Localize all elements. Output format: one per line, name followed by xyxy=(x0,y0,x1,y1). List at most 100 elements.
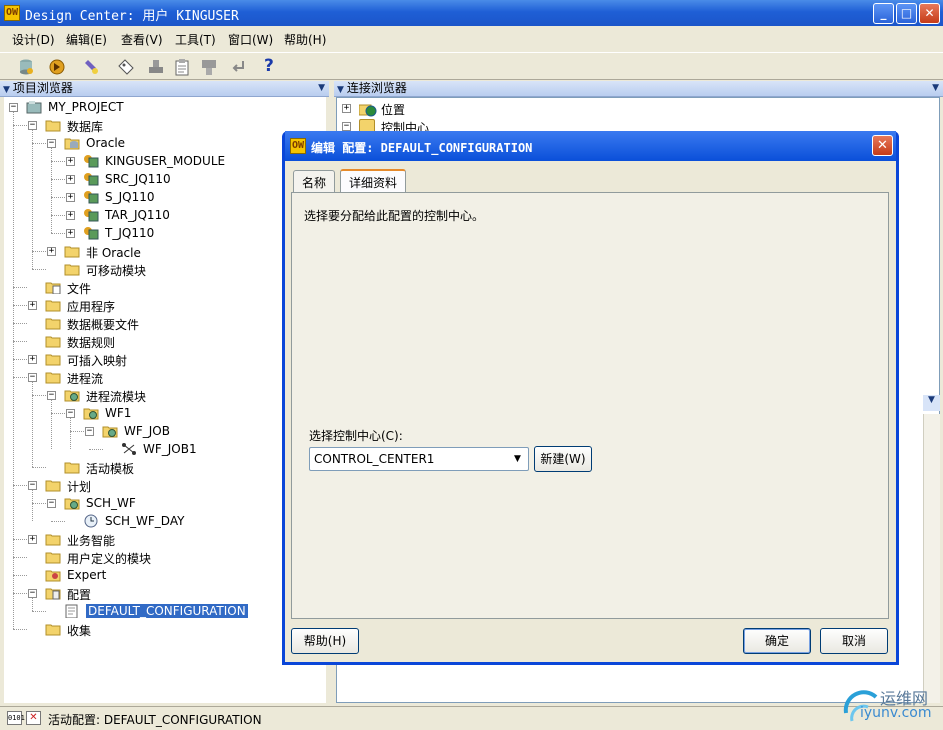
menu-edit[interactable]: 编辑(E) xyxy=(66,31,107,48)
expand-toggle[interactable]: + xyxy=(66,193,75,202)
error-icon: ✕ xyxy=(26,711,41,725)
tree-connector-line xyxy=(13,341,27,342)
tree-connector-line xyxy=(13,112,14,629)
tree-connector-line xyxy=(51,215,65,216)
tree-connector-line xyxy=(32,395,46,396)
tree-connector-line xyxy=(13,557,27,558)
ok-button[interactable]: 确定 xyxy=(743,628,811,654)
location-globe-icon xyxy=(358,101,377,117)
expand-toggle[interactable]: + xyxy=(47,247,56,256)
menu-window[interactable]: 窗口(W) xyxy=(228,31,273,48)
maximize-button[interactable]: □ xyxy=(896,3,917,24)
tree-node-label: T_JQ110 xyxy=(105,226,155,240)
collapse-toggle[interactable]: − xyxy=(9,103,18,112)
pane-menu-icon[interactable]: ▼ xyxy=(318,81,325,96)
tree-connector-line xyxy=(13,305,27,306)
expand-toggle[interactable]: + xyxy=(28,301,37,310)
collapse-toggle[interactable]: − xyxy=(85,427,94,436)
expand-toggle[interactable]: + xyxy=(28,535,37,544)
tree-node-label: MY_PROJECT xyxy=(48,100,124,114)
tree-node-label: 数据库 xyxy=(67,120,104,134)
collapse-toggle[interactable]: − xyxy=(47,499,56,508)
collapse-toggle[interactable]: − xyxy=(47,391,56,400)
tree-connector-line xyxy=(13,485,27,486)
expand-toggle[interactable]: + xyxy=(66,229,75,238)
folder-icon xyxy=(45,370,61,384)
app-icon: OW xyxy=(4,5,20,21)
menu-tools[interactable]: 工具(T) xyxy=(175,31,216,48)
pane-menu-icon[interactable]: ▼ xyxy=(923,395,940,411)
folder-icon xyxy=(64,262,80,276)
active-config-status: 活动配置: DEFAULT_CONFIGURATION xyxy=(48,713,262,727)
tree-connector-line xyxy=(70,418,71,449)
new-control-center-button[interactable]: 新建(W) xyxy=(534,446,592,472)
right-scrollbar[interactable] xyxy=(923,414,940,703)
database-icon[interactable] xyxy=(17,58,35,76)
tree-node-label: 进程流 xyxy=(67,372,104,386)
collapse-toggle[interactable]: − xyxy=(342,122,351,131)
tree-connector-line xyxy=(51,400,52,449)
pane-menu-icon[interactable]: ▼ xyxy=(932,81,939,96)
control-center-select[interactable]: CONTROL_CENTER1 ▼ xyxy=(309,447,529,471)
tree-connector-line xyxy=(32,269,46,270)
folder-icon xyxy=(45,298,61,312)
close-button[interactable]: ✕ xyxy=(919,3,940,24)
menu-help[interactable]: 帮助(H) xyxy=(284,31,326,48)
tree-node-label: 数据规则 xyxy=(67,336,116,350)
connection-item-location[interactable]: 位置 xyxy=(381,101,405,118)
connection-browser-title: 连接浏览器 xyxy=(346,81,407,95)
deploy-icon[interactable] xyxy=(48,58,66,76)
folder-icon xyxy=(45,118,61,132)
tab-details[interactable]: 详细资料 xyxy=(340,169,407,193)
cancel-button[interactable]: 取消 xyxy=(820,628,888,654)
form-icon[interactable] xyxy=(200,58,218,76)
dialog-close-button[interactable]: ✕ xyxy=(872,135,893,156)
tree-connector-line xyxy=(70,431,84,432)
collapse-toggle[interactable]: − xyxy=(28,589,37,598)
control-center-label: 选择控制中心(C): xyxy=(309,429,403,443)
collapse-toggle[interactable]: − xyxy=(47,139,56,148)
tree-connector-line xyxy=(13,323,27,324)
tree-connector-line xyxy=(13,539,27,540)
collapse-triangle-icon[interactable]: ▼ xyxy=(337,85,344,95)
collapse-toggle[interactable]: − xyxy=(28,481,37,490)
tree-node-label: WF1 xyxy=(105,406,132,420)
tree-node-label: 进程流模块 xyxy=(86,390,147,404)
menu-design[interactable]: 设计(D) xyxy=(12,31,55,48)
expand-toggle[interactable]: + xyxy=(66,157,75,166)
file-folder-icon xyxy=(45,280,61,295)
tree-connector-line xyxy=(51,161,65,162)
expand-toggle[interactable]: + xyxy=(66,175,75,184)
collapse-toggle[interactable]: − xyxy=(28,373,37,382)
help-icon[interactable]: ? xyxy=(264,56,282,76)
clipboard-icon[interactable] xyxy=(173,58,191,76)
binary-icon: 0101 xyxy=(7,711,25,725)
menu-view[interactable]: 查看(V) xyxy=(121,31,163,48)
collapse-toggle[interactable]: − xyxy=(28,121,37,130)
tree-connector-line xyxy=(51,197,65,198)
stamp-icon[interactable] xyxy=(147,58,165,76)
tree-connector-line xyxy=(32,251,46,252)
flashlight-icon[interactable] xyxy=(82,58,100,76)
tree-connector-line xyxy=(51,233,65,234)
details-tab-panel: 选择要分配给此配置的控制中心。 选择控制中心(C): CONTROL_CENTE… xyxy=(291,192,889,619)
help-button[interactable]: 帮助(H) xyxy=(291,628,359,654)
tree-connector-line xyxy=(32,611,46,612)
process-flow-icon xyxy=(64,496,80,510)
tree-node-label: 文件 xyxy=(67,282,92,296)
chevron-down-icon[interactable]: ▼ xyxy=(509,450,526,468)
minimize-button[interactable]: _ xyxy=(873,3,894,24)
folder-icon xyxy=(45,622,61,636)
collapse-toggle[interactable]: − xyxy=(66,409,75,418)
expand-toggle[interactable]: + xyxy=(342,104,351,113)
tree-node-label: WF_JOB xyxy=(124,424,170,438)
tree-connector-line xyxy=(51,148,52,233)
collapse-triangle-icon[interactable]: ▼ xyxy=(3,85,10,95)
tab-name[interactable]: 名称 xyxy=(293,170,336,192)
tree-node-label: 活动模板 xyxy=(86,462,135,476)
expand-toggle[interactable]: + xyxy=(28,355,37,364)
return-icon[interactable] xyxy=(229,58,247,76)
expand-toggle[interactable]: + xyxy=(66,211,75,220)
toolbar: ? xyxy=(0,52,943,80)
tag-icon[interactable] xyxy=(117,58,135,76)
